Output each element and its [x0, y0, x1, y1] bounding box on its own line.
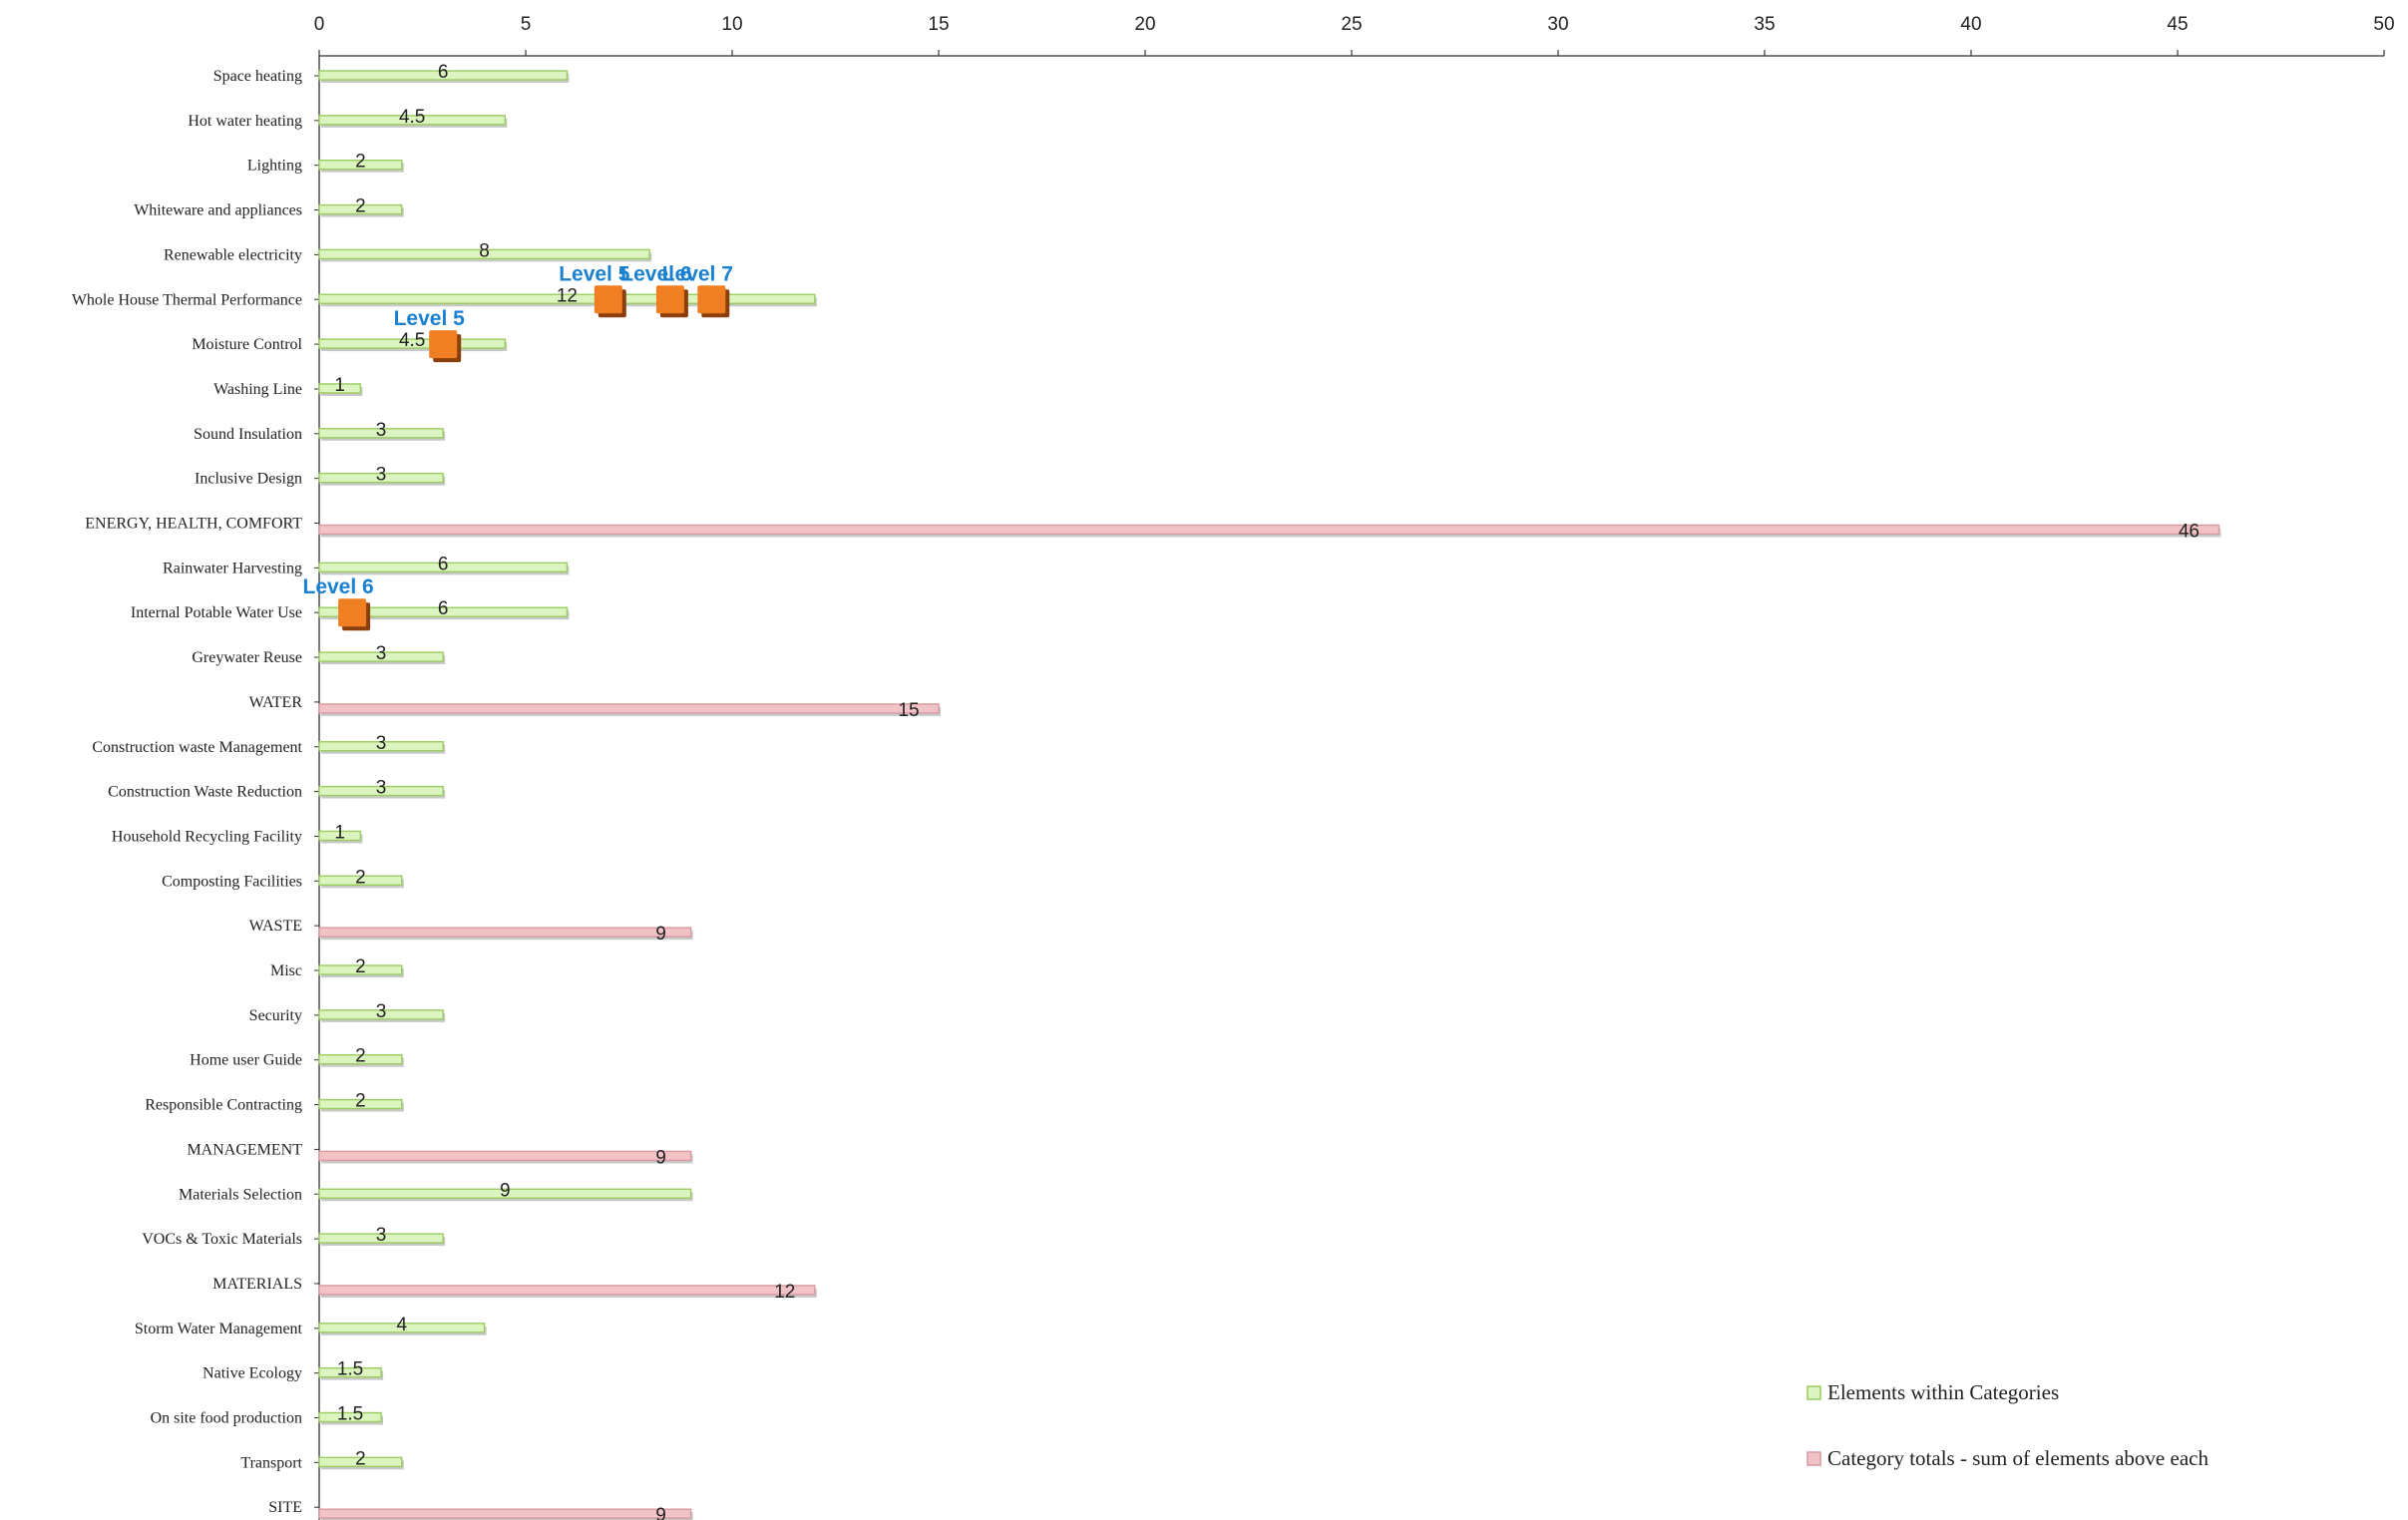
bar-chart: 0 5 10 15 20 25 30 35 40 45 50 Space heating Hot wat… — [72, 14, 2395, 1520]
category-label: Home user Guide — [190, 1052, 302, 1069]
value-label: 9 — [655, 1147, 666, 1168]
legend: Elements within Categories Category total… — [1806, 1380, 2208, 1470]
level-marker — [655, 285, 684, 314]
x-tick-label: 50 — [2373, 14, 2394, 35]
legend-label: Elements within Categories — [1827, 1380, 2059, 1404]
category-label: Native Ecology — [202, 1365, 302, 1382]
value-label: 9 — [655, 1505, 666, 1520]
value-label: 2 — [355, 1046, 366, 1067]
value-label: 3 — [376, 465, 387, 486]
value-label: 3 — [376, 1225, 387, 1246]
value-label: 46 — [2179, 522, 2200, 543]
value-label: 3 — [376, 1001, 387, 1022]
value-label: 1.5 — [337, 1359, 363, 1380]
category-total-bar — [318, 927, 692, 938]
x-tick-label: 45 — [2167, 14, 2188, 35]
x-tick-label: 30 — [1547, 14, 1568, 35]
category-label: Construction waste Management — [92, 739, 302, 756]
value-label: 2 — [355, 1448, 366, 1469]
category-total-bar — [318, 1150, 692, 1162]
category-label: Materials Selection — [179, 1186, 302, 1203]
category-label: WASTE — [249, 918, 302, 935]
category-label: Lighting — [247, 158, 302, 175]
level-marker — [338, 598, 367, 627]
value-label: 1 — [334, 822, 345, 843]
category-total-bar — [318, 1508, 692, 1519]
category-label: VOCs & Toxic Materials — [142, 1231, 302, 1248]
category-label: Storm Water Management — [135, 1321, 303, 1337]
category-label: ENERGY, HEALTH, COMFORT — [85, 516, 302, 533]
legend-swatch — [1806, 1385, 1821, 1400]
category-label: On site food production — [151, 1410, 302, 1427]
x-tick-label: 5 — [521, 14, 532, 35]
value-label: 12 — [557, 285, 578, 306]
level-label: Level 6 — [303, 575, 374, 598]
x-tick-label: 10 — [721, 14, 742, 35]
category-label: Responsible Contracting — [145, 1097, 302, 1114]
value-label: 1.5 — [337, 1404, 363, 1425]
level-label: Level 5 — [394, 307, 466, 330]
value-label: 1 — [334, 375, 345, 396]
legend-swatch — [1806, 1451, 1821, 1466]
category-label: Space heating — [213, 68, 302, 85]
level-marker — [429, 330, 458, 359]
x-tick-label: 40 — [1960, 14, 1981, 35]
category-label: SITE — [268, 1499, 302, 1516]
category-label: Greywater Reuse — [192, 649, 302, 666]
level-label: Level 5 — [559, 262, 630, 285]
category-total-bar — [318, 703, 940, 714]
value-label: 12 — [774, 1282, 795, 1303]
category-label: Inclusive Design — [195, 471, 302, 488]
category-label: Construction Waste Reduction — [108, 784, 302, 801]
level-label: Level 7 — [662, 262, 733, 285]
level-marker-layer: Level 5Level 6Level 7Level 5Level 6 — [303, 262, 733, 631]
category-label: Misc — [270, 962, 302, 979]
category-label: Renewable electricity — [164, 246, 302, 263]
value-label: 6 — [438, 598, 449, 619]
level-marker — [594, 285, 622, 314]
x-tick-label: 0 — [314, 14, 325, 35]
value-label: 4.5 — [399, 330, 425, 351]
category-label: Moisture Control — [192, 336, 302, 353]
value-label: 2 — [355, 152, 366, 173]
category-label: Whiteware and appliances — [134, 202, 302, 219]
value-label: 4.5 — [399, 107, 425, 128]
value-label: 6 — [438, 554, 449, 574]
value-label: 15 — [898, 700, 919, 721]
category-label: Washing Line — [213, 381, 302, 398]
category-label: Security — [249, 1007, 302, 1024]
category-label: Composting Facilities — [162, 873, 302, 890]
value-label: 3 — [376, 778, 387, 799]
value-label: 3 — [376, 733, 387, 754]
category-label: Hot water heating — [188, 113, 302, 130]
category-label: Household Recycling Facility — [112, 828, 302, 845]
category-label: Rainwater Harvesting — [163, 560, 302, 576]
x-tick-label: 25 — [1341, 14, 1362, 35]
value-label: 4 — [397, 1315, 408, 1335]
value-label: 2 — [355, 196, 366, 217]
value-label: 2 — [355, 867, 366, 888]
value-label: 2 — [355, 956, 366, 977]
category-total-bar — [318, 1285, 816, 1296]
level-marker — [697, 285, 726, 314]
value-label: 3 — [376, 420, 387, 441]
value-label: 9 — [500, 1180, 511, 1201]
category-label: Whole House Thermal Performance — [72, 291, 302, 308]
category-label: MANAGEMENT — [187, 1141, 302, 1158]
value-label: 9 — [655, 924, 666, 945]
category-label: Sound Insulation — [194, 426, 302, 443]
x-tick-label: 20 — [1134, 14, 1155, 35]
value-label: 6 — [438, 62, 449, 83]
value-label: 3 — [376, 643, 387, 664]
value-label: 2 — [355, 1091, 366, 1112]
value-label: 8 — [479, 240, 490, 261]
x-tick-label: 15 — [928, 14, 949, 35]
category-total-bar — [318, 524, 2220, 536]
category-label: Transport — [240, 1454, 302, 1471]
legend-label: Category totals - sum of elements above … — [1827, 1446, 2208, 1470]
category-label: Internal Potable Water Use — [131, 604, 302, 621]
category-label: WATER — [249, 694, 303, 711]
x-tick-label: 35 — [1754, 14, 1775, 35]
category-label: MATERIALS — [212, 1276, 302, 1293]
